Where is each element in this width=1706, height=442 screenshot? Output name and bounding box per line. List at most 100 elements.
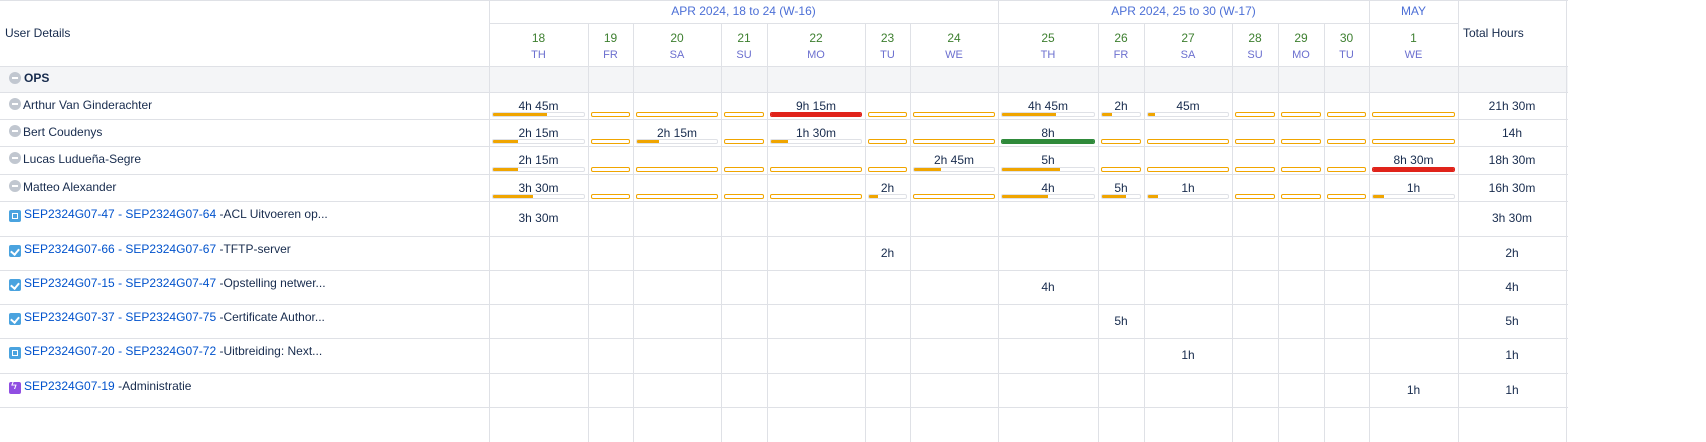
ticket-key-link[interactable]: SEP2324G07-37 - SEP2324G07-75 xyxy=(24,310,216,324)
hours-cell[interactable]: 1h xyxy=(1144,348,1232,362)
total-hours-cell: 5h xyxy=(1505,314,1519,328)
total-hours-cell: 16h 30m xyxy=(1488,181,1536,195)
ticket-title: SEP2324G07-15 - SEP2324G07-47 -Opstellin… xyxy=(24,276,326,290)
avatar xyxy=(9,98,21,110)
hours-cell[interactable]: 5h xyxy=(1098,314,1144,328)
hours-cell[interactable]: 2h 15m xyxy=(489,126,588,140)
hours-cell[interactable]: 8h xyxy=(998,126,1098,140)
capacity-bar xyxy=(591,139,630,144)
row-divider xyxy=(0,407,1568,408)
capacity-bar xyxy=(1372,167,1455,172)
capacity-bar xyxy=(1327,139,1366,144)
header-divider xyxy=(489,23,1458,24)
day-name: TH xyxy=(1040,49,1056,61)
capacity-bar xyxy=(913,139,995,144)
capacity-bar xyxy=(591,112,630,117)
row-divider xyxy=(0,146,1568,147)
day-name: SA xyxy=(1180,49,1196,61)
day-name: WE xyxy=(945,49,963,61)
hours-cell[interactable]: 2h 15m xyxy=(489,153,588,167)
day-number: 24 xyxy=(947,31,961,45)
hours-cell[interactable]: 5h xyxy=(1098,181,1144,195)
avatar xyxy=(9,125,21,137)
hours-cell[interactable]: 4h xyxy=(998,181,1098,195)
column-divider xyxy=(1098,23,1099,442)
user-details-header: User Details xyxy=(5,26,71,40)
week-header[interactable]: MAY xyxy=(1369,4,1458,18)
header-divider xyxy=(0,66,1568,67)
ticket-key-link[interactable]: SEP2324G07-15 - SEP2324G07-47 xyxy=(24,276,216,290)
capacity-bar xyxy=(1001,112,1095,117)
hours-cell[interactable]: 2h xyxy=(865,181,910,195)
day-name: SA xyxy=(669,49,685,61)
week-header[interactable]: APR 2024, 25 to 30 (W-17) xyxy=(998,4,1369,18)
hours-cell[interactable]: 2h 45m xyxy=(910,153,998,167)
day-name: FR xyxy=(1113,49,1129,61)
hours-cell[interactable]: 9h 15m xyxy=(767,99,865,113)
ticket-title: SEP2324G07-66 - SEP2324G07-67 -TFTP-serv… xyxy=(24,242,291,256)
row-divider xyxy=(0,304,1568,305)
column-divider xyxy=(1324,23,1325,442)
hours-cell[interactable]: 5h xyxy=(998,153,1098,167)
capacity-bar xyxy=(1235,139,1275,144)
hours-cell[interactable]: 1h xyxy=(1144,181,1232,195)
column-divider xyxy=(633,23,634,442)
hours-cell[interactable]: 4h 45m xyxy=(489,99,588,113)
capacity-bar xyxy=(868,194,907,199)
hours-cell[interactable]: 8h 30m xyxy=(1369,153,1458,167)
ticket-key-link[interactable]: SEP2324G07-20 - SEP2324G07-72 xyxy=(24,344,216,358)
hours-cell[interactable]: 1h xyxy=(1369,383,1458,397)
ticket-key-link[interactable]: SEP2324G07-19 xyxy=(24,379,115,393)
capacity-fill xyxy=(771,113,861,116)
hours-cell[interactable]: 1h 30m xyxy=(767,126,865,140)
user-name: Arthur Van Ginderachter xyxy=(23,98,153,112)
capacity-bar xyxy=(492,167,585,172)
row-divider xyxy=(0,373,1568,374)
capacity-fill xyxy=(493,140,519,143)
hours-cell[interactable]: 1h xyxy=(1369,181,1458,195)
week-header[interactable]: APR 2024, 18 to 24 (W-16) xyxy=(489,4,998,18)
capacity-bar xyxy=(591,194,630,199)
capacity-bar xyxy=(1327,112,1366,117)
hours-cell[interactable]: 3h 30m xyxy=(489,181,588,195)
hours-cell[interactable]: 4h xyxy=(998,280,1098,294)
task-icon xyxy=(9,245,21,257)
capacity-bar xyxy=(1001,139,1095,144)
hours-cell[interactable]: 2h 15m xyxy=(633,126,721,140)
capacity-bar xyxy=(492,194,585,199)
total-hours-cell: 1h xyxy=(1505,348,1519,362)
capacity-bar xyxy=(724,194,764,199)
ticket-key-link[interactable]: SEP2324G07-66 - SEP2324G07-67 xyxy=(24,242,216,256)
avatar xyxy=(9,180,21,192)
task-icon xyxy=(9,279,21,291)
total-hours-cell: 2h xyxy=(1505,246,1519,260)
capacity-bar xyxy=(636,194,718,199)
ticket-title: SEP2324G07-47 - SEP2324G07-64 -ACL Uitvo… xyxy=(24,207,328,221)
hours-cell[interactable]: 4h 45m xyxy=(998,99,1098,113)
capacity-bar xyxy=(636,112,718,117)
hours-cell[interactable]: 2h xyxy=(865,246,910,260)
day-number: 22 xyxy=(809,31,823,45)
ticket-title: SEP2324G07-19 -Administratie xyxy=(24,379,191,393)
capacity-fill xyxy=(1002,195,1048,198)
ticket-key-link[interactable]: SEP2324G07-47 - SEP2324G07-64 xyxy=(24,207,216,221)
capacity-fill xyxy=(914,168,942,171)
column-divider xyxy=(1232,23,1233,442)
day-number: 27 xyxy=(1181,31,1195,45)
collapse-icon[interactable] xyxy=(9,72,21,84)
user-name: Bert Coudenys xyxy=(23,125,103,139)
capacity-fill xyxy=(1002,140,1094,143)
capacity-fill xyxy=(1373,168,1454,171)
day-number: 28 xyxy=(1248,31,1262,45)
hours-cell[interactable]: 45m xyxy=(1144,99,1232,113)
capacity-bar xyxy=(1372,139,1455,144)
hours-cell[interactable]: 3h 30m xyxy=(489,211,588,225)
header-divider xyxy=(0,0,1568,1)
row-divider xyxy=(0,92,1568,93)
capacity-bar xyxy=(1101,112,1141,117)
hours-cell[interactable]: 2h xyxy=(1098,99,1144,113)
capacity-bar xyxy=(1101,194,1141,199)
capacity-bar xyxy=(1281,112,1321,117)
capacity-fill xyxy=(1002,168,1060,171)
day-number: 23 xyxy=(880,31,895,45)
